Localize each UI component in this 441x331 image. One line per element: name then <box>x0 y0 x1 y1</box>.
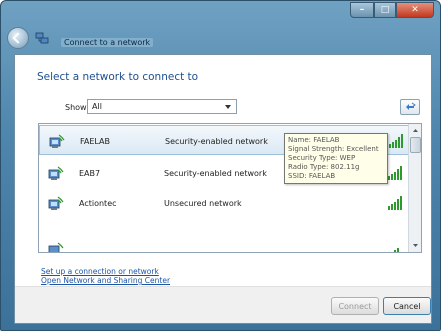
signal-excellent-icon <box>388 196 402 210</box>
scroll-down-icon[interactable] <box>410 240 421 251</box>
maximize-icon: □ <box>380 5 390 15</box>
page-heading: Select a network to connect to <box>37 71 199 83</box>
network-name: FAELAB <box>80 137 110 146</box>
network-icon <box>35 32 49 44</box>
minimize-icon: – <box>359 5 365 15</box>
links-area: Set up a connection or network Open Netw… <box>41 267 170 285</box>
dialog-footer: Connect Cancel <box>15 286 431 323</box>
network-item[interactable]: Actiontec Unsecured network <box>39 188 409 218</box>
connect-button[interactable]: Connect <box>331 297 379 315</box>
tooltip-security: Security Type: WEP <box>288 154 356 162</box>
network-name: EAB7 <box>79 169 101 178</box>
show-filter-value: All <box>92 102 102 111</box>
network-security: Security-enabled network <box>165 137 268 146</box>
wireless-network-icon <box>48 196 64 210</box>
close-icon: ✕ <box>411 5 419 15</box>
chevron-down-icon <box>225 105 231 109</box>
tooltip-name: Name: FAELAB <box>288 136 340 144</box>
signal-excellent-icon <box>388 166 402 180</box>
setup-connection-link[interactable]: Set up a connection or network <box>41 267 170 276</box>
network-security: Unsecured network <box>164 199 242 208</box>
network-tooltip: Name: FAELAB Signal Strength: Excellent … <box>284 133 388 184</box>
back-button[interactable] <box>7 27 29 49</box>
refresh-icon <box>406 102 416 110</box>
window-frame: – □ ✕ Connect to a network Select a netw… <box>0 0 441 331</box>
cancel-button[interactable]: Cancel <box>383 297 431 315</box>
network-item[interactable] <box>39 234 409 252</box>
tooltip-ssid: SSID: FAELAB <box>288 172 336 180</box>
wireless-network-icon <box>48 242 64 252</box>
close-button[interactable]: ✕ <box>396 2 434 18</box>
tooltip-signal: Signal Strength: Excellent <box>288 145 379 153</box>
refresh-button[interactable] <box>400 99 420 115</box>
wireless-network-icon <box>48 166 64 180</box>
maximize-button[interactable]: □ <box>374 2 396 18</box>
wireless-network-icon <box>49 134 65 148</box>
show-filter-dropdown[interactable]: All <box>87 99 237 114</box>
network-security: Security-enabled network <box>164 169 267 178</box>
caption-buttons: – □ ✕ <box>350 2 434 18</box>
show-label: Show <box>65 103 87 112</box>
window-title: Connect to a network <box>61 38 154 47</box>
scroll-up-icon[interactable] <box>410 125 421 136</box>
network-name: Actiontec <box>79 199 117 208</box>
minimize-button[interactable]: – <box>350 2 374 18</box>
scrollbar-thumb[interactable] <box>410 137 421 153</box>
signal-excellent-icon <box>389 134 403 148</box>
tooltip-radio: Radio Type: 802.11g <box>288 163 360 171</box>
list-scrollbar[interactable] <box>408 124 421 252</box>
dialog-content: Select a network to connect to Show All <box>14 54 432 324</box>
sharing-center-link[interactable]: Open Network and Sharing Center <box>41 276 170 285</box>
signal-low-icon <box>394 248 399 252</box>
